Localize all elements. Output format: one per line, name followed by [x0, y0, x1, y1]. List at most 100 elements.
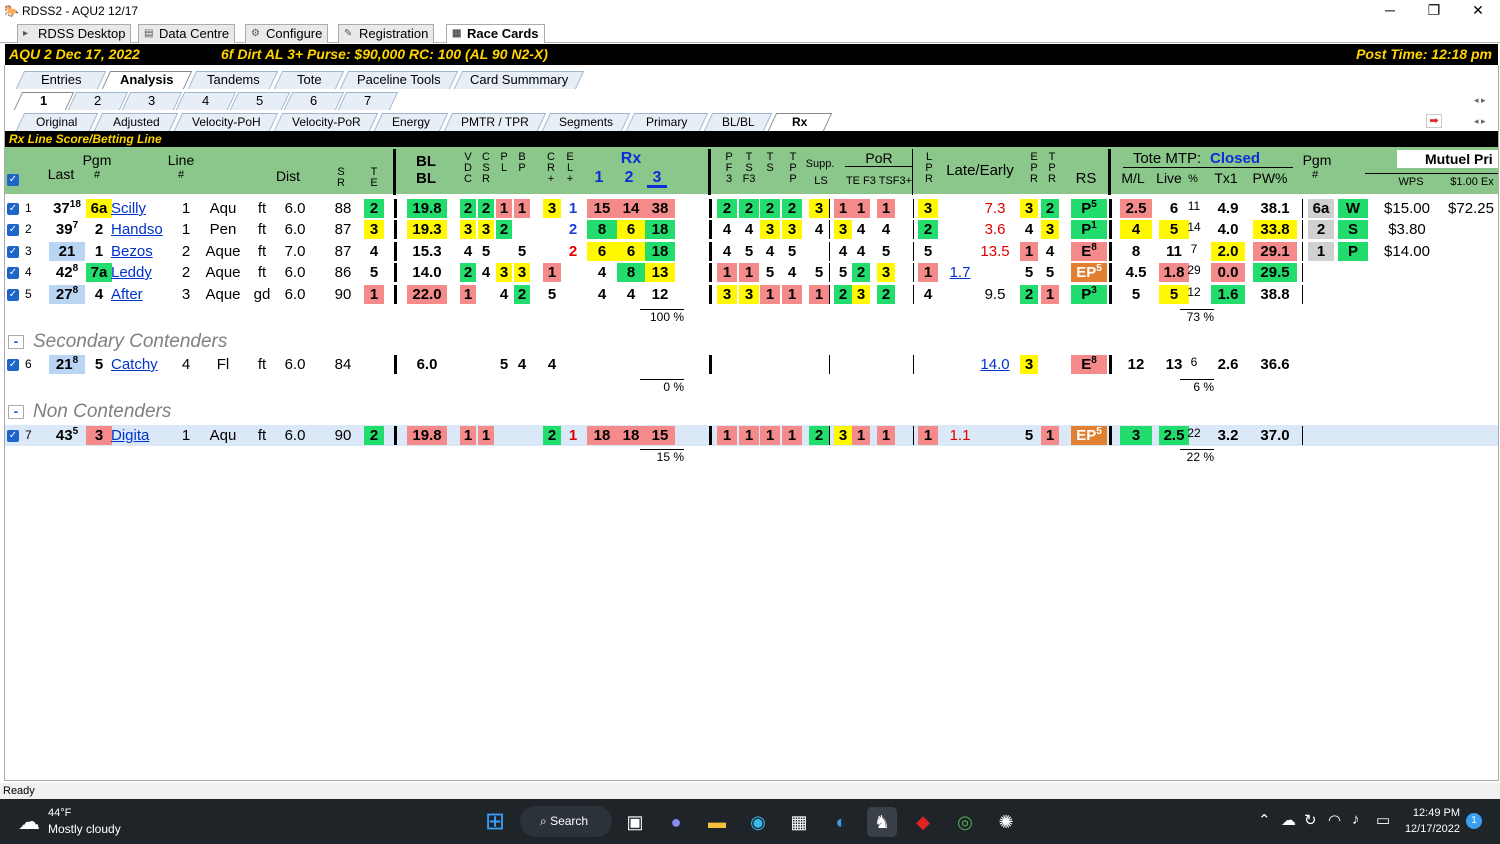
cell-early[interactable]: 14.0	[977, 355, 1013, 374]
table-row[interactable]: ✓ 1 3718 6a 1 Scilly Aqu ft 6.0 88 2 19.8 2 2 1 1 3 1 15 14…	[5, 198, 1498, 219]
cell-po3: 5	[881, 243, 891, 260]
cell-name[interactable]: Digita	[111, 426, 177, 445]
tab-original[interactable]: Original	[15, 113, 99, 131]
chevron-up-icon[interactable]: ⌃	[1258, 811, 1271, 829]
tab-race-cards[interactable]: ▦ Race Cards	[446, 24, 545, 43]
cell-last: 218	[49, 355, 85, 374]
tab-registration[interactable]: ✎ Registration	[338, 24, 435, 43]
cell-v6: 1	[568, 200, 578, 217]
tab-adjusted[interactable]: Adjusted	[93, 113, 179, 131]
minimize-button[interactable]: ─	[1368, 0, 1412, 22]
cell-bl: 19.8	[407, 199, 447, 218]
cell-name[interactable]: Scilly	[111, 199, 177, 218]
tab-analysis[interactable]: Analysis	[101, 71, 193, 89]
cell-rx2: 8	[617, 263, 645, 282]
tab-configure[interactable]: ⚙ Configure	[245, 24, 329, 43]
table-row[interactable]: ✓ 6 218 5 4 Catchy Fl ft 6.0 84 6.0 5 4 4 14.0 3 12 13 2.6…	[5, 354, 1498, 375]
collapse-button[interactable]: -	[8, 404, 24, 419]
chrome-icon[interactable]: ◎	[950, 807, 980, 837]
cell-v2: 1	[478, 426, 494, 445]
tab-race-6[interactable]: 6	[283, 92, 345, 110]
row-checkbox[interactable]: ✓	[7, 430, 19, 442]
cell-name[interactable]: Leddy	[111, 263, 177, 282]
tab-velocity-poh[interactable]: Velocity-PoH	[173, 113, 279, 131]
horse-app-icon[interactable]: ♞	[867, 807, 897, 837]
tab-race-3[interactable]: 3	[121, 92, 183, 110]
wifi-icon[interactable]: ◠	[1328, 811, 1341, 829]
tab-energy[interactable]: Energy	[373, 113, 449, 131]
row-checkbox[interactable]: ✓	[7, 224, 19, 236]
table-row[interactable]: ✓ 2 397 2 1 Handso Pen ft 6.0 87 3 19.3 3 3 2 2 8 6 18 4 4 3 3…	[5, 219, 1498, 240]
cell-rs: EP5	[1071, 263, 1107, 282]
tab-race-5[interactable]: 5	[229, 92, 291, 110]
clock-date[interactable]: 12/17/2022	[1398, 823, 1460, 835]
cell-late[interactable]: 1.7	[945, 263, 975, 282]
row-number: 6	[25, 357, 32, 371]
tab-paceline-tools[interactable]: Paceline Tools	[339, 71, 459, 89]
file-explorer-icon[interactable]: ▬	[702, 807, 732, 837]
close-button[interactable]: ✕	[1456, 0, 1500, 22]
tab-tandems[interactable]: Tandems	[187, 71, 279, 89]
tab-pmtr-tpr[interactable]: PMTR / TPR	[443, 113, 547, 131]
table-row[interactable]: ✓ 4 428 7a 2 Leddy Aque ft 6.0 86 5 14.0 2 4 3 3 1 4 8 13 1 1…	[5, 262, 1498, 283]
row-checkbox[interactable]: ✓	[7, 359, 19, 371]
tab-rdss-desktop[interactable]: ▸ RDSS Desktop	[17, 24, 132, 43]
tab-race-1[interactable]: 1	[13, 92, 75, 110]
cell-name[interactable]: Bezos	[111, 242, 177, 261]
select-all-checkbox[interactable]: ✓	[7, 174, 19, 186]
cell-v3: 1	[496, 199, 512, 218]
chat-icon[interactable]: ●	[661, 807, 691, 837]
chatgpt-icon[interactable]: ✺	[991, 807, 1021, 837]
notification-badge[interactable]: 1	[1466, 813, 1482, 829]
app-tab-bar: ▸ RDSS Desktop ▤ Data Centre ⚙ Configure ✎ R…	[0, 23, 1500, 43]
cell-name[interactable]: After	[111, 285, 177, 304]
tab-tote[interactable]: Tote	[273, 71, 345, 89]
battery-icon[interactable]: ▭	[1376, 811, 1390, 829]
tab-race-7[interactable]: 7	[337, 92, 399, 110]
mcafee-icon[interactable]: ◆	[908, 807, 938, 837]
cell-name[interactable]: Handso	[111, 220, 177, 239]
table-row[interactable]: ✓ 7 435 3 1 Digita Aqu ft 6.0 90 2 19.8 1 1 2 1 18 18 15 1 1…	[5, 425, 1498, 446]
cell-p3: 5	[765, 264, 775, 281]
row-checkbox[interactable]: ✓	[7, 203, 19, 215]
sync-icon[interactable]: ↻	[1304, 811, 1317, 829]
taskbar-search[interactable]: ⌕ Search	[520, 806, 612, 837]
tab-race-2[interactable]: 2	[67, 92, 129, 110]
tab-card-summary[interactable]: Card Summmary	[453, 71, 585, 89]
store-icon[interactable]: ▦	[784, 807, 814, 837]
edge-icon[interactable]: ◉	[743, 807, 773, 837]
tab-race-4[interactable]: 4	[175, 92, 237, 110]
task-view-icon[interactable]: ▣	[620, 807, 650, 837]
cloud-icon[interactable]: ☁	[1281, 811, 1296, 829]
row-checkbox[interactable]: ✓	[7, 246, 19, 258]
scroll-arrows-icon[interactable]: ◂ ▸	[1474, 116, 1486, 127]
tab-data-centre[interactable]: ▤ Data Centre	[138, 24, 236, 43]
tab-segments[interactable]: Segments	[541, 113, 631, 131]
collapse-button[interactable]: -	[8, 334, 24, 349]
header-rx3: 3	[647, 170, 667, 188]
cell-early: 3.6	[984, 221, 1006, 238]
start-icon[interactable]: ⊞	[480, 807, 510, 837]
cell-name[interactable]: Catchy	[111, 355, 177, 374]
tab-velocity-por[interactable]: Velocity-PoR	[273, 113, 379, 131]
cell-po2: 1	[852, 199, 870, 218]
row-checkbox[interactable]: ✓	[7, 267, 19, 279]
table-row[interactable]: ✓ 5 278 4 3 After Aque gd 6.0 90 1 22.0 1 4 2 5 4 4 12 3 3 1 1…	[5, 284, 1498, 305]
volume-icon[interactable]: ♪	[1352, 811, 1360, 828]
cell-sr: 90	[334, 427, 352, 444]
browser-icon[interactable]: ◐	[826, 807, 856, 837]
table-row[interactable]: ✓ 3 21 1 2 Bezos Aque ft 7.0 87 4 15.3 4 5 5 2 6 6 18 4 5 4 5 4…	[5, 241, 1498, 262]
scroll-arrows-icon[interactable]: ◂ ▸	[1474, 95, 1486, 106]
tab-rx[interactable]: Rx	[767, 113, 833, 131]
clock-time[interactable]: 12:49 PM	[1404, 807, 1460, 819]
tab-primary[interactable]: Primary	[625, 113, 709, 131]
maximize-button[interactable]: ❐	[1412, 0, 1456, 22]
row-checkbox[interactable]: ✓	[7, 289, 19, 301]
wps-payout: $15.00	[1384, 200, 1430, 217]
rs-sup: 8	[1091, 242, 1097, 253]
export-icon[interactable]: ➡	[1426, 114, 1442, 128]
tab-bl-bl[interactable]: BL/BL	[703, 113, 773, 131]
weather-icon[interactable]: ☁	[18, 809, 40, 835]
header-wps: WPS	[1398, 176, 1424, 188]
tab-entries[interactable]: Entries	[15, 71, 107, 89]
